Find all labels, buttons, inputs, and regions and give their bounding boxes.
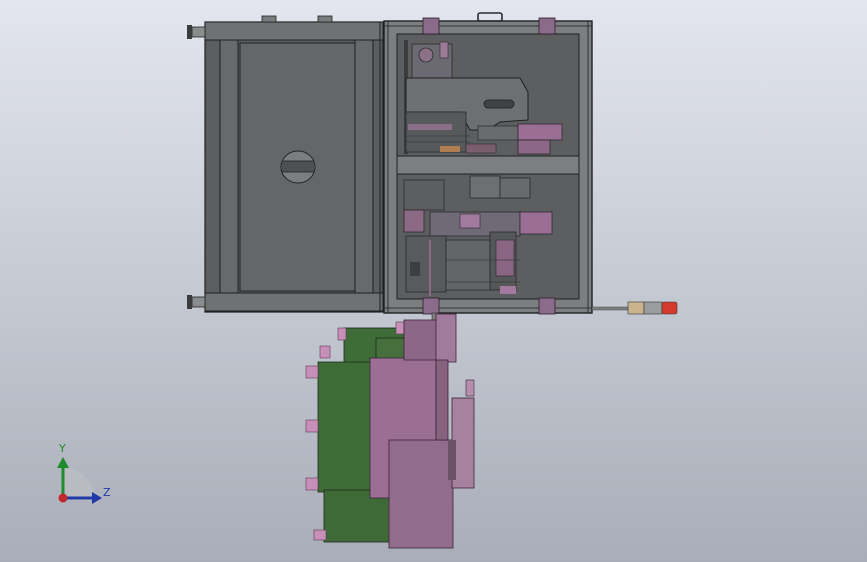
- left-panel-top-rail: [204, 21, 384, 41]
- left-panel-side-rail: [219, 39, 239, 294]
- cable-port: [280, 150, 316, 184]
- under-assembly: [305, 312, 475, 549]
- green-housing-main: [317, 361, 377, 493]
- triad-x-axis-origin: [58, 493, 68, 503]
- leveling-foot-top: [187, 25, 206, 39]
- triad-quarter-disc: [63, 468, 95, 500]
- purple-disc-rear: [388, 439, 454, 549]
- cad-viewport[interactable]: [0, 0, 867, 562]
- stack-light: [591, 301, 678, 315]
- left-panel-right-rail: [354, 39, 374, 294]
- triad-y-label: Y: [59, 442, 66, 455]
- triad-z-label: Z: [103, 486, 111, 499]
- orientation-triad: [57, 457, 102, 504]
- left-panel-bottom-rail: [204, 292, 384, 312]
- frame-middle-rail: [396, 155, 580, 175]
- leveling-foot-bottom: [187, 295, 206, 309]
- left-panel-enclosure: [187, 15, 384, 313]
- frame-top-handle: [477, 12, 503, 22]
